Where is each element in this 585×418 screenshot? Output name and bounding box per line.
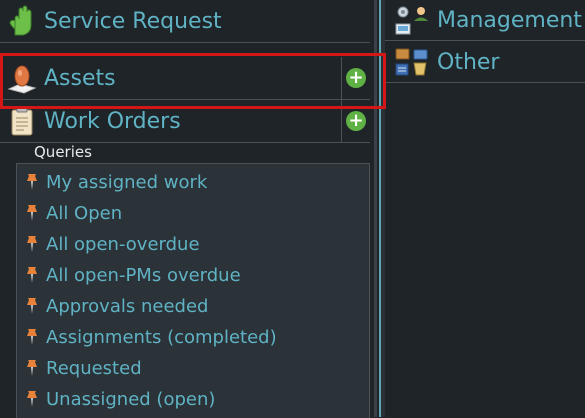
assets-title: Assets xyxy=(44,65,116,91)
service-request-header[interactable]: Service Request xyxy=(0,0,370,43)
query-item-assignments-completed[interactable]: Assignments (completed) xyxy=(25,322,277,352)
queries-list: My assigned work All Open All open-overd… xyxy=(16,163,370,418)
other-title: Other xyxy=(437,49,500,75)
pushpin-icon xyxy=(27,174,37,190)
service-request-title: Service Request xyxy=(44,8,222,34)
pushpin-icon xyxy=(27,236,37,252)
work-orders-title: Work Orders xyxy=(44,108,181,134)
add-work-order-button[interactable]: + xyxy=(346,111,366,131)
pane-divider[interactable] xyxy=(374,0,377,417)
pushpin-icon xyxy=(27,360,37,376)
management-title: Management xyxy=(437,7,582,33)
work-orders-header[interactable]: Work Orders + xyxy=(0,100,370,143)
left-pane: Service Request Assets + Work Orders + Q… xyxy=(0,0,374,418)
management-icon xyxy=(393,4,431,36)
query-item-all-open-pms-overdue[interactable]: All open-PMs overdue xyxy=(25,260,241,290)
query-item-my-assigned-work[interactable]: My assigned work xyxy=(25,167,207,197)
assets-icon xyxy=(6,62,38,94)
management-header[interactable]: Management xyxy=(385,0,585,41)
query-item-all-open[interactable]: All Open xyxy=(25,198,122,228)
pushpin-icon xyxy=(27,298,37,314)
clipboard-icon xyxy=(6,105,38,137)
assets-add-cell: + xyxy=(341,57,370,99)
queries-label: Queries xyxy=(34,143,92,161)
query-item-all-open-overdue[interactable]: All open-overdue xyxy=(25,229,200,259)
other-header[interactable]: Other xyxy=(385,42,585,83)
query-item-unassigned-open[interactable]: Unassigned (open) xyxy=(25,384,215,414)
hand-icon xyxy=(6,5,38,37)
pushpin-icon xyxy=(27,391,37,407)
pushpin-icon xyxy=(27,267,37,283)
pushpin-icon xyxy=(27,205,37,221)
other-icon xyxy=(393,46,431,78)
pushpin-icon xyxy=(27,329,37,345)
add-asset-button[interactable]: + xyxy=(346,68,366,88)
query-item-requested[interactable]: Requested xyxy=(25,353,142,383)
query-item-approvals-needed[interactable]: Approvals needed xyxy=(25,291,208,321)
assets-header[interactable]: Assets + xyxy=(0,57,370,100)
work-orders-add-cell: + xyxy=(341,100,370,142)
right-pane: Management Other xyxy=(385,0,585,417)
